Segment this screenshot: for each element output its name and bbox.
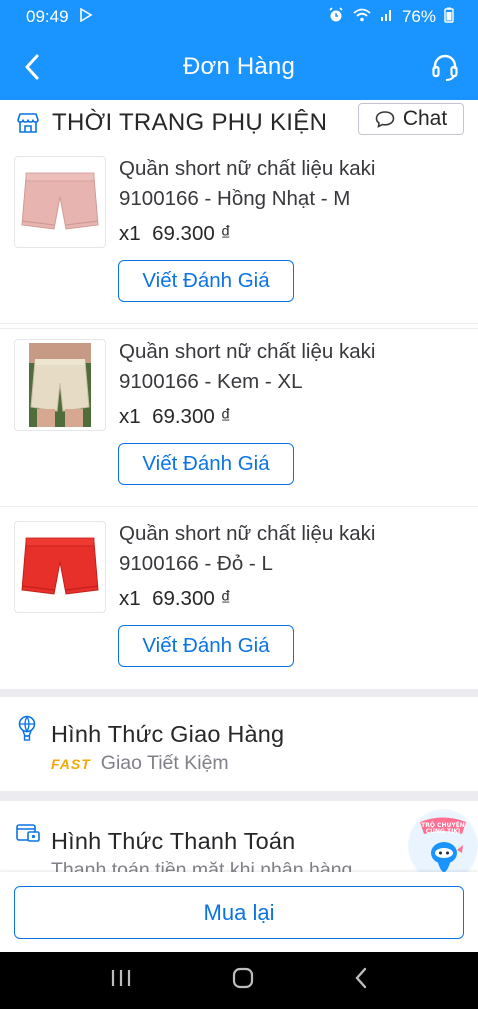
- store-icon: [16, 111, 40, 135]
- shipping-title: Hình Thức Giao Hàng: [51, 721, 285, 747]
- shorts-image-red: [21, 537, 99, 595]
- recent-apps-icon: [111, 970, 131, 986]
- price-line: x1 69.300 ₫: [119, 222, 231, 246]
- headset-icon: [432, 54, 458, 81]
- payment-method: Thanh toán tiền mặt khi nhận hàng: [51, 859, 353, 872]
- tiki-chat-label-line2: CÙNG TIKI: [426, 828, 461, 835]
- chat-button[interactable]: Chat: [358, 103, 464, 135]
- write-review-button[interactable]: Viết Đánh Giá: [118, 260, 294, 302]
- product-price: 69.300 ₫: [152, 222, 231, 245]
- product-thumbnail[interactable]: [14, 156, 106, 248]
- support-button[interactable]: [430, 52, 460, 82]
- section-gap: [0, 689, 478, 697]
- alarm-icon: [328, 6, 344, 28]
- shipping-method: Giao Tiết Kiệm: [100, 752, 229, 774]
- wallet-icon: [16, 822, 40, 848]
- price-line: x1 69.300 ₫: [119, 405, 231, 429]
- product-name[interactable]: Quần short nữ chất liệu kaki 9100166 - Đ…: [119, 519, 419, 579]
- wifi-icon: [352, 7, 372, 28]
- section-gap: [0, 791, 478, 801]
- payment-title: Hình Thức Thanh Toán: [51, 828, 296, 854]
- system-back-button[interactable]: [354, 967, 368, 994]
- page-title: Đơn Hàng: [182, 53, 296, 80]
- shop-header: THỜI TRANG PHỤ KIỆN Chat: [0, 100, 478, 146]
- product-thumbnail[interactable]: [14, 339, 106, 431]
- order-item[interactable]: Quần short nữ chất liệu kaki 9100166 - H…: [0, 146, 478, 328]
- write-review-button[interactable]: Viết Đánh Giá: [118, 443, 294, 485]
- signal-icon: [380, 7, 394, 27]
- order-item[interactable]: Quần short nữ chất liệu kaki 9100166 - K…: [0, 329, 478, 511]
- rebuy-button[interactable]: Mua lại: [14, 886, 464, 939]
- shop-name: THỜI TRANG PHỤ KIỆN: [52, 109, 328, 136]
- divider: [0, 506, 478, 507]
- shipping-balloon-icon: [16, 715, 38, 741]
- recent-apps-button[interactable]: [110, 968, 132, 993]
- back-button[interactable]: [18, 53, 46, 81]
- product-name[interactable]: Quần short nữ chất liệu kaki 9100166 - H…: [119, 154, 419, 214]
- product-thumbnail[interactable]: [14, 521, 106, 613]
- system-nav-bar: [0, 952, 478, 1009]
- product-quantity: x1: [119, 405, 141, 428]
- status-time: 09:49: [26, 7, 69, 26]
- fast-badge: FAST: [51, 755, 91, 772]
- product-name[interactable]: Quần short nữ chất liệu kaki 9100166 - K…: [119, 337, 419, 397]
- chevron-left-icon: [25, 54, 39, 80]
- shipping-section: Hình Thức Giao Hàng FAST Giao Tiết Kiệm: [0, 697, 478, 791]
- bottom-action-bar: Mua lại: [0, 872, 478, 952]
- payment-section: Hình Thức Thanh Toán Thanh toán tiền mặt…: [0, 801, 478, 872]
- divider: [0, 323, 478, 324]
- price-line: x1 69.300 ₫: [119, 587, 231, 611]
- product-price: 69.300 ₫: [152, 587, 231, 610]
- home-icon: [232, 967, 254, 989]
- order-item[interactable]: Quần short nữ chất liệu kaki 9100166 - Đ…: [0, 511, 478, 693]
- app-header: Đơn Hàng: [0, 34, 478, 100]
- shipping-method-line: FAST Giao Tiết Kiệm: [51, 752, 229, 775]
- product-quantity: x1: [119, 222, 141, 245]
- battery-level: 76%: [401, 7, 436, 26]
- shorts-image-cream: [29, 343, 91, 427]
- shorts-image-pink: [21, 172, 99, 230]
- product-price: 69.300 ₫: [152, 405, 231, 428]
- write-review-button[interactable]: Viết Đánh Giá: [118, 625, 294, 667]
- back-arrow-icon: [355, 967, 367, 989]
- chat-label: Chat: [402, 107, 448, 130]
- product-quantity: x1: [119, 587, 141, 610]
- battery-icon: [444, 7, 454, 28]
- status-bar: 09:49 76%: [0, 0, 478, 34]
- chat-bubble-icon: [375, 111, 395, 128]
- home-button[interactable]: [232, 967, 254, 994]
- play-store-icon: [79, 7, 93, 27]
